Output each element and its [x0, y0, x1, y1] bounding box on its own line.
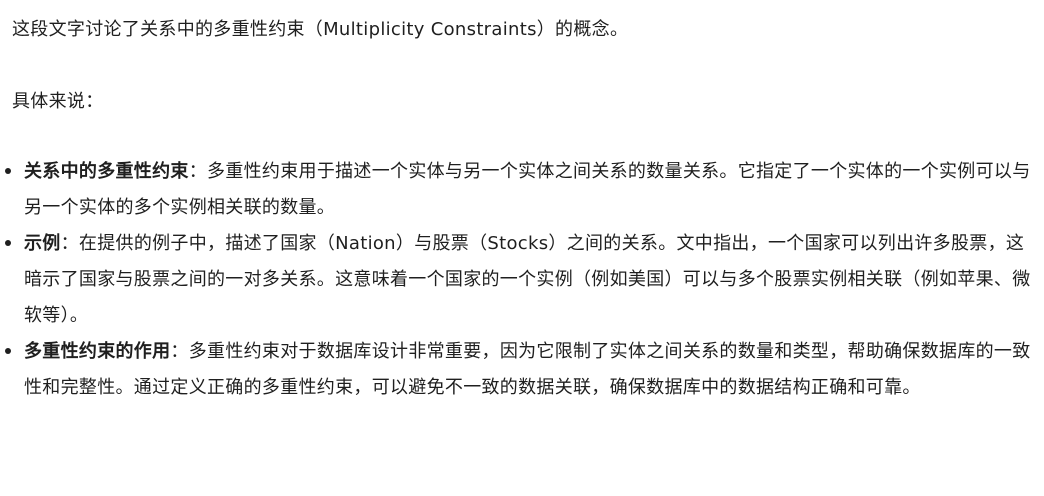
bullet-separator: ：	[60, 233, 79, 254]
bullet-separator: ：	[188, 161, 208, 182]
bullet-dot-icon	[5, 348, 11, 354]
bullet-separator: ：	[170, 341, 189, 362]
list-item: 示例：在提供的例子中，描述了国家（Nation）与股票（Stocks）之间的关系…	[5, 226, 1036, 334]
bullet-term: 多重性约束的作用	[24, 341, 171, 362]
bullet-dot-icon	[5, 168, 11, 174]
lead-paragraph: 具体来说：	[12, 91, 104, 112]
list-item: 关系中的多重性约束：多重性约束用于描述一个实体与另一个实体之间关系的数量关系。它…	[5, 154, 1036, 226]
intro-paragraph: 这段文字讨论了关系中的多重性约束（Multiplicity Constraint…	[12, 19, 629, 40]
bullet-term: 示例	[24, 233, 61, 254]
list-item: 多重性约束的作用：多重性约束对于数据库设计非常重要，因为它限制了实体之间关系的数…	[5, 334, 1036, 406]
bullet-list: 关系中的多重性约束：多重性约束用于描述一个实体与另一个实体之间关系的数量关系。它…	[5, 154, 1036, 406]
bullet-term: 关系中的多重性约束	[24, 161, 189, 182]
bullet-dot-icon	[5, 240, 11, 246]
bullet-text: 在提供的例子中，描述了国家（Nation）与股票（Stocks）之间的关系。文中…	[24, 233, 1031, 326]
